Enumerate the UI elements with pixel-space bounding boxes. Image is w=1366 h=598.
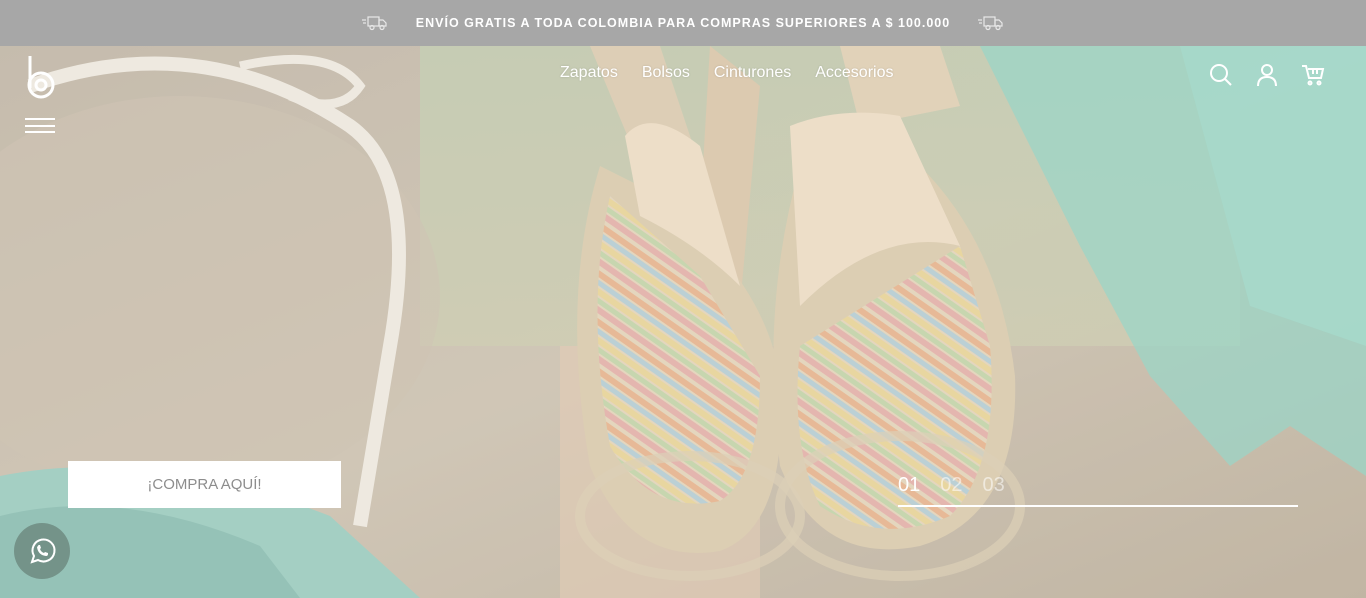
- brand-logo[interactable]: [24, 54, 58, 100]
- slider-pager: 01 02 03: [898, 474, 1005, 497]
- truck-icon: [361, 15, 388, 31]
- announcement-bar: ENVÍO GRATIS A TODA COLOMBIA PARA COMPRA…: [0, 0, 1366, 46]
- nav-item-zapatos[interactable]: Zapatos: [560, 64, 618, 82]
- truck-icon: [978, 15, 1004, 31]
- nav-item-accesorios[interactable]: Accesorios: [815, 64, 893, 82]
- logo-b-icon: [27, 56, 55, 99]
- hero-overlay: [0, 46, 1366, 598]
- main-nav: Zapatos Bolsos Cinturones Accesorios: [560, 64, 893, 82]
- cart-icon[interactable]: [1300, 62, 1326, 88]
- slider-progress-line: [898, 505, 1298, 507]
- nav-item-cinturones[interactable]: Cinturones: [714, 64, 791, 82]
- slide-2-indicator[interactable]: 02: [940, 474, 962, 497]
- hero-banner: [0, 46, 1366, 598]
- hamburger-line: [25, 118, 55, 120]
- slide-1-indicator[interactable]: 01: [898, 474, 920, 497]
- whatsapp-icon: [30, 538, 56, 564]
- nav-item-bolsos[interactable]: Bolsos: [642, 64, 690, 82]
- hamburger-menu-button[interactable]: [25, 118, 55, 134]
- shop-now-button[interactable]: ¡COMPRA AQUÍ!: [68, 461, 341, 508]
- header-icons: [1208, 62, 1326, 88]
- slide-3-indicator[interactable]: 03: [983, 474, 1005, 497]
- user-icon[interactable]: [1254, 62, 1280, 88]
- announcement-text: ENVÍO GRATIS A TODA COLOMBIA PARA COMPRA…: [415, 16, 951, 30]
- search-icon[interactable]: [1208, 62, 1234, 88]
- whatsapp-button[interactable]: [14, 523, 70, 579]
- hamburger-line: [25, 125, 55, 127]
- hamburger-line: [25, 131, 55, 133]
